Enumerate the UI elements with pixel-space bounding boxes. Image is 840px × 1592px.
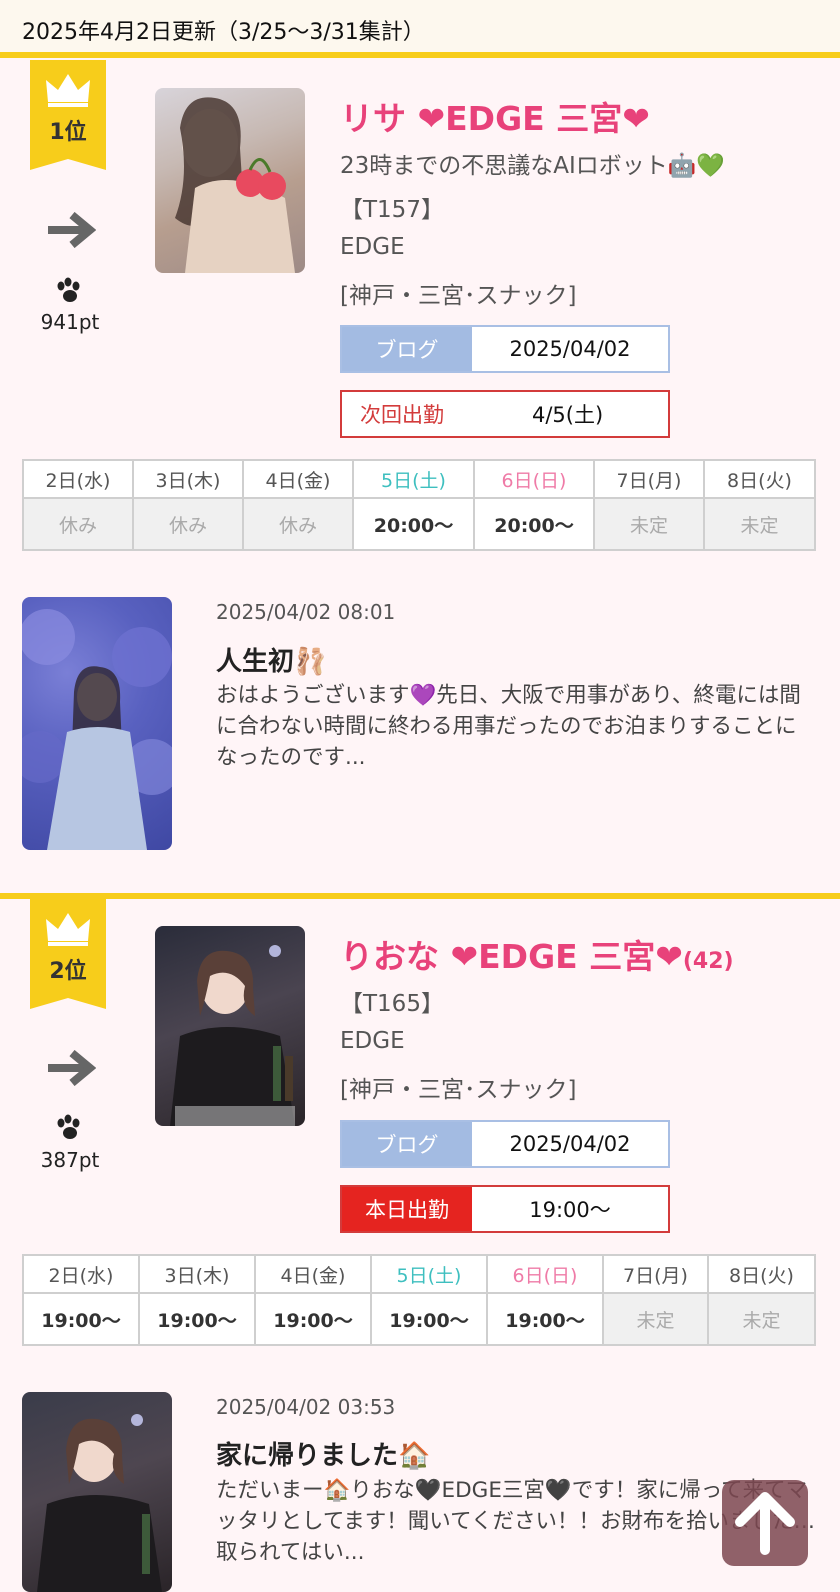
blog-thumbnail[interactable]: [22, 597, 172, 850]
cast-name-text: リサ ❤EDGE 三宮❤: [340, 99, 650, 138]
schedule-day: 7日(月): [602, 1254, 709, 1294]
update-header: 2025年4月2日更新（3/25～3/31集計）: [0, 0, 840, 58]
schedule-shift: 19:00〜: [254, 1292, 372, 1346]
schedule-day: 6日(日): [486, 1254, 604, 1294]
today-shift-label: 本日出勤: [342, 1187, 472, 1231]
schedule-shift: 19:00〜: [22, 1292, 140, 1346]
schedule-day: 3日(木): [138, 1254, 256, 1294]
points: 941pt: [40, 310, 100, 334]
schedule-shift: 未定: [703, 497, 816, 551]
schedule-shift: 休み: [242, 497, 354, 551]
schedule-day: 7日(月): [593, 459, 705, 499]
crown-icon: [46, 913, 90, 946]
schedule-shift: 休み: [22, 497, 134, 551]
blog-link[interactable]: ブログ 2025/04/02: [340, 1120, 670, 1168]
next-shift: 次回出勤 4/5(土): [340, 390, 670, 438]
post-excerpt: おはようございます💜先日、大阪で用事があり、終電には間に合わない時間に終わる用事…: [216, 683, 801, 770]
rank-label: 1位: [49, 120, 87, 145]
blog-label: ブログ: [342, 1122, 472, 1166]
catchphrase: 23時までの不思議なAIロボット🤖💚: [340, 153, 726, 179]
schedule-day: 4日(金): [254, 1254, 372, 1294]
arrow-up-icon: [735, 1492, 795, 1555]
post-datetime: 2025/04/02 08:01: [216, 600, 396, 624]
scroll-to-top-button[interactable]: [722, 1480, 808, 1566]
next-shift-label: 次回出勤: [360, 403, 444, 427]
schedule-day: 8日(火): [707, 1254, 816, 1294]
schedule-day: 5日(土): [352, 459, 475, 499]
schedule-day: 6日(日): [473, 459, 595, 499]
area: [神戸・三宮･スナック]: [340, 1077, 577, 1103]
height: 【T165】: [340, 991, 444, 1017]
crown-icon: [46, 74, 90, 107]
shop-name[interactable]: EDGE: [340, 1028, 405, 1054]
rank-badge: 2位: [30, 899, 106, 1009]
profile-photo[interactable]: [155, 88, 305, 273]
arrow-right-icon: [48, 212, 96, 248]
rank-label: 2位: [49, 959, 87, 984]
points: 387pt: [40, 1148, 100, 1172]
blog-link[interactable]: ブログ 2025/04/02: [340, 325, 670, 373]
paw-icon: [57, 277, 80, 302]
height: 【T157】: [340, 197, 444, 223]
schedule-shift: 20:00〜: [473, 497, 595, 551]
schedule-shift: 休み: [132, 497, 244, 551]
today-shift-value: 19:00〜: [529, 1198, 611, 1222]
schedule-day: 8日(火): [703, 459, 816, 499]
blog-date: 2025/04/02: [509, 1132, 631, 1156]
arrow-right-icon: [48, 1050, 96, 1086]
schedule-shift: 未定: [593, 497, 705, 551]
cast-name-text: りおな ❤EDGE 三宮❤: [340, 937, 683, 976]
area: [神戸・三宮･スナック]: [340, 283, 577, 309]
update-text: 2025年4月2日更新（3/25～3/31集計）: [22, 20, 425, 45]
schedule-day: 2日(水): [22, 459, 134, 499]
blog-label: ブログ: [342, 327, 472, 371]
today-shift: 本日出勤 19:00〜: [340, 1185, 670, 1233]
schedule-table: 2日(水) 3日(木) 4日(金) 5日(土) 6日(日) 7日(月) 8日(火…: [22, 1254, 816, 1346]
schedule-table: 2日(水) 3日(木) 4日(金) 5日(土) 6日(日) 7日(月) 8日(火…: [22, 459, 816, 551]
schedule-shift: 19:00〜: [138, 1292, 256, 1346]
schedule-day: 3日(木): [132, 459, 244, 499]
post-title[interactable]: 人生初🩰: [216, 641, 326, 678]
schedule-shift: 19:00〜: [370, 1292, 488, 1346]
schedule-day: 5日(土): [370, 1254, 488, 1294]
blog-thumbnail[interactable]: [22, 1392, 172, 1592]
blog-date: 2025/04/02: [509, 337, 631, 361]
post-datetime: 2025/04/02 03:53: [216, 1395, 396, 1419]
schedule-shift: 20:00〜: [352, 497, 475, 551]
next-shift-value: 4/5(土): [532, 403, 604, 427]
schedule-day: 4日(金): [242, 459, 354, 499]
schedule-shift: 19:00〜: [486, 1292, 604, 1346]
schedule-shift: 未定: [602, 1292, 709, 1346]
cast-age: (42): [682, 949, 734, 974]
shop-name[interactable]: EDGE: [340, 234, 405, 260]
cast-name[interactable]: リサ ❤EDGE 三宮❤: [340, 92, 650, 140]
post-title[interactable]: 家に帰りました🏠: [216, 1435, 430, 1472]
schedule-day: 2日(水): [22, 1254, 140, 1294]
cast-name[interactable]: りおな ❤EDGE 三宮❤(42): [340, 930, 734, 978]
rank-badge: 1位: [30, 60, 106, 170]
profile-photo[interactable]: [155, 926, 305, 1126]
schedule-shift: 未定: [707, 1292, 816, 1346]
paw-icon: [57, 1114, 80, 1139]
entry-divider: [0, 893, 840, 899]
